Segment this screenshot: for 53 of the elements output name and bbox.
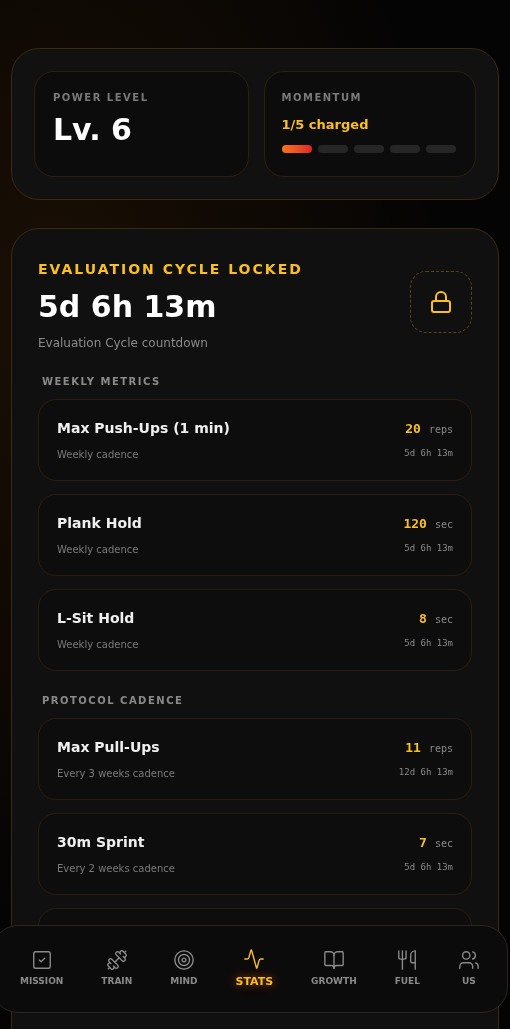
dumbbell-icon bbox=[105, 949, 128, 972]
metric-card[interactable]: Max Push-Ups (1 min) 20 reps Weekly cadence 5d 6h 13m bbox=[38, 399, 472, 481]
nav-tab[interactable]: GROWTH bbox=[307, 949, 361, 989]
power-level: Lv. 6 bbox=[53, 115, 133, 145]
metric-name: L-Sit Hold bbox=[57, 609, 135, 628]
metric-card[interactable]: 30m Sprint 7 sec Every 2 weeks cadence 5d 6h 13m bbox=[38, 813, 472, 895]
people-icon bbox=[457, 949, 480, 972]
metric-unit: reps bbox=[428, 423, 453, 437]
book-icon bbox=[322, 949, 345, 972]
nav-tab[interactable]: STATS bbox=[231, 947, 278, 991]
evaluation-title: EVALUATION CYCLE LOCKED bbox=[38, 260, 303, 279]
target-icon bbox=[172, 949, 195, 972]
metric-card[interactable]: L-Sit Hold 8 sec Weekly cadence 5d 6h 13m bbox=[38, 589, 472, 671]
card-label: MOMENTUM bbox=[281, 91, 363, 105]
nav-tab[interactable]: US bbox=[453, 949, 484, 989]
nav-tab[interactable]: FUEL bbox=[390, 949, 424, 989]
metric-timer: 5d 6h 13m bbox=[404, 542, 453, 555]
metric-cadence: Weekly cadence bbox=[57, 448, 139, 462]
metric-value: 120 bbox=[403, 515, 427, 533]
checkbox-icon bbox=[30, 949, 53, 972]
metric-name: 30m Sprint bbox=[57, 833, 145, 852]
metric-card[interactable]: Plank Hold 120 sec Weekly cadence 5d 6h 13m bbox=[38, 494, 472, 576]
metric-cadence: Weekly cadence bbox=[57, 543, 139, 557]
metric-cadence: Every 2 weeks cadence bbox=[57, 862, 175, 876]
metric-value: 7 bbox=[419, 834, 427, 852]
nav-tab[interactable]: MIND bbox=[166, 949, 202, 989]
metric-unit: sec bbox=[434, 518, 453, 532]
metric-value: 20 bbox=[405, 420, 421, 438]
section-heading: PROTOCOL CADENCE bbox=[42, 694, 185, 708]
countdown: 5d 6h 13m bbox=[38, 292, 218, 322]
metric-timer: 12d 6h 13m bbox=[398, 766, 453, 779]
metric-value: 8 bbox=[419, 610, 427, 628]
metric-unit: sec bbox=[434, 613, 453, 627]
metric-unit: reps bbox=[428, 742, 453, 756]
metric-timer: 5d 6h 13m bbox=[404, 447, 453, 460]
metric-cadence: Weekly cadence bbox=[57, 638, 139, 652]
metric-name: Max Pull-Ups bbox=[57, 738, 160, 757]
fork-knife-icon bbox=[396, 949, 419, 972]
metric-unit: sec bbox=[434, 837, 453, 851]
pulse-icon bbox=[243, 947, 266, 970]
momentum-status: 1/5 charged bbox=[281, 116, 370, 134]
nav-tab[interactable]: TRAIN bbox=[97, 949, 137, 989]
section-heading: WEEKLY METRICS bbox=[42, 375, 162, 389]
metric-timer: 5d 6h 13m bbox=[404, 861, 453, 874]
metric-timer: 5d 6h 13m bbox=[404, 637, 453, 650]
metric-value: 11 bbox=[405, 739, 421, 757]
metric-cadence: Every 3 weeks cadence bbox=[57, 767, 175, 781]
metric-card[interactable]: Max Pull-Ups 11 reps Every 3 weeks cadence 12d 6h 13m bbox=[38, 718, 472, 800]
metric-name: Plank Hold bbox=[57, 514, 142, 533]
nav-tab[interactable]: MISSION bbox=[15, 949, 68, 989]
card-label: POWER LEVEL bbox=[53, 91, 150, 105]
metric-name: Max Push-Ups (1 min) bbox=[57, 419, 230, 438]
countdown-caption: Evaluation Cycle countdown bbox=[38, 335, 209, 352]
